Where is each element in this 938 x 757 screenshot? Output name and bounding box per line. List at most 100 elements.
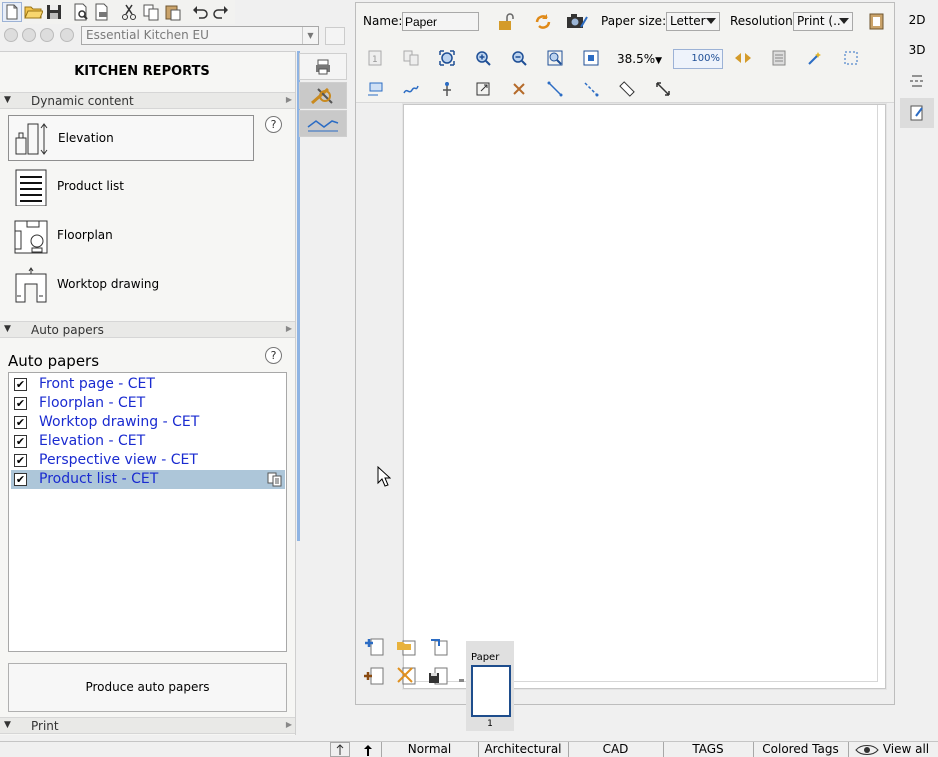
paper-canvas[interactable]: [356, 104, 894, 704]
paper-thumbnail-tab[interactable]: Paper 1: [466, 641, 514, 731]
paste-paper-icon[interactable]: [865, 10, 887, 32]
scroll-up-icon[interactable]: [330, 742, 350, 757]
chevron-down-icon[interactable]: ▼: [655, 56, 662, 66]
paste-icon[interactable]: [163, 2, 183, 22]
checkbox[interactable]: ✔: [14, 416, 27, 429]
expand-arrow-icon[interactable]: ▶: [286, 324, 292, 333]
freehand-icon[interactable]: [400, 78, 422, 100]
zoom-selection-icon[interactable]: [580, 47, 602, 69]
dashed-line-tool-icon[interactable]: [580, 78, 602, 100]
back-nav-icon[interactable]: [4, 28, 18, 42]
mode-colored-tags[interactable]: Colored Tags: [753, 742, 847, 757]
duplicate-icon[interactable]: [267, 472, 283, 487]
list-item[interactable]: ✔ Floorplan - CET: [11, 394, 285, 413]
home-nav-icon[interactable]: [60, 28, 74, 42]
chevron-down-icon[interactable]: [706, 18, 716, 24]
text-box-icon[interactable]: [364, 78, 386, 100]
paper-size-select[interactable]: Letter: [666, 12, 720, 31]
up-nav-icon[interactable]: [40, 28, 54, 42]
import-paper-icon[interactable]: [426, 635, 452, 659]
mode-tags[interactable]: TAGS: [663, 742, 752, 757]
section-auto-papers[interactable]: ▼ Auto papers ▶: [0, 321, 295, 338]
resolution-select[interactable]: Print (..: [793, 12, 853, 31]
unlock-icon[interactable]: [495, 11, 517, 33]
open-folder-icon[interactable]: [23, 2, 43, 22]
tab-lines[interactable]: [299, 110, 347, 137]
checkbox[interactable]: ✔: [14, 435, 27, 448]
fit-page-icon[interactable]: 1: [364, 47, 386, 69]
auto-papers-list[interactable]: ✔ Front page - CET ✔ Floorplan - CET ✔ W…: [8, 372, 287, 652]
zoom-window-icon[interactable]: [544, 47, 566, 69]
paper-name-input[interactable]: [402, 12, 479, 31]
dynamic-item-product-list[interactable]: Product list: [8, 164, 254, 210]
fit-width-icon[interactable]: [732, 47, 754, 69]
list-item[interactable]: ✔ Perspective view - CET: [11, 451, 285, 470]
zoom-out-icon[interactable]: [508, 47, 530, 69]
copy-icon[interactable]: [141, 2, 161, 22]
anchor-tool-icon[interactable]: [436, 78, 458, 100]
select-area-icon[interactable]: [840, 47, 862, 69]
print-preview-icon[interactable]: [71, 2, 91, 22]
open-paper-icon[interactable]: [394, 635, 420, 659]
chevron-down-icon[interactable]: ▼: [302, 27, 318, 44]
forward-nav-icon[interactable]: [22, 28, 36, 42]
checkbox[interactable]: ✔: [14, 397, 27, 410]
mode-architectural[interactable]: Architectural: [478, 742, 567, 757]
refresh-icon[interactable]: [532, 11, 554, 33]
zoom-extents-icon[interactable]: [436, 47, 458, 69]
zoom-level-select[interactable]: 38.5%▼: [617, 52, 662, 66]
view-2d-button[interactable]: 2D: [900, 5, 934, 35]
checkbox[interactable]: ✔: [14, 378, 27, 391]
expand-arrow-icon[interactable]: ▶: [286, 95, 292, 104]
dimension-icon[interactable]: [652, 78, 674, 100]
collapse-triangle-icon[interactable]: ▼: [4, 720, 11, 730]
catalog-browser-icon[interactable]: [325, 27, 345, 45]
redo-icon[interactable]: [211, 2, 231, 22]
catalog-select[interactable]: Essential Kitchen EU ▼: [81, 26, 319, 45]
insert-paper-icon[interactable]: [362, 664, 388, 688]
paper-view-icon[interactable]: [900, 98, 934, 128]
ruler-icon[interactable]: [616, 78, 638, 100]
produce-auto-papers-button[interactable]: Produce auto papers: [8, 663, 287, 712]
expand-arrow-icon[interactable]: ▶: [286, 720, 292, 729]
new-file-icon[interactable]: [2, 2, 22, 22]
list-item[interactable]: ✔ Worktop drawing - CET: [11, 413, 285, 432]
elevation-view-icon[interactable]: [900, 66, 934, 96]
collapse-triangle-icon[interactable]: ▼: [4, 324, 11, 334]
tab-measure[interactable]: [299, 82, 347, 109]
view-3d-button[interactable]: 3D: [900, 35, 934, 65]
view-all-button[interactable]: View all: [848, 742, 938, 757]
dynamic-item-floorplan[interactable]: Floorplan: [8, 213, 254, 259]
zoom-100-button[interactable]: 100%: [673, 49, 723, 69]
resize-tool-icon[interactable]: [472, 78, 494, 100]
list-item[interactable]: ✔ Front page - CET: [11, 375, 285, 394]
cut-icon[interactable]: [119, 2, 139, 22]
paper-sheet[interactable]: [403, 104, 886, 689]
highlight-icon[interactable]: [804, 47, 826, 69]
dynamic-item-worktop-drawing[interactable]: Worktop drawing: [8, 262, 254, 308]
align-icon[interactable]: [768, 47, 790, 69]
section-print[interactable]: ▼ Print ▶: [0, 717, 295, 734]
paper-thumbnail[interactable]: [471, 665, 511, 717]
mode-normal[interactable]: Normal: [381, 742, 477, 757]
help-icon[interactable]: ?: [265, 116, 282, 133]
delete-paper-icon[interactable]: [394, 664, 420, 688]
section-dynamic-content[interactable]: ▼ Dynamic content ▶: [0, 92, 295, 109]
undo-icon[interactable]: [190, 2, 210, 22]
checkbox[interactable]: ✔: [14, 473, 27, 486]
collapse-triangle-icon[interactable]: ▼: [4, 95, 11, 105]
list-item-selected[interactable]: ✔ Product list - CET: [11, 470, 285, 489]
help-icon[interactable]: ?: [265, 347, 282, 364]
chevron-down-icon[interactable]: [839, 18, 849, 24]
fit-all-pages-icon[interactable]: [400, 47, 422, 69]
checkbox[interactable]: ✔: [14, 454, 27, 467]
save-icon[interactable]: [44, 2, 64, 22]
list-item[interactable]: ✔ Elevation - CET: [11, 432, 285, 451]
page-setup-icon[interactable]: [92, 2, 112, 22]
mode-cad[interactable]: CAD: [568, 742, 662, 757]
line-tool-icon[interactable]: [544, 78, 566, 100]
arrow-up-icon[interactable]: [356, 742, 380, 757]
dynamic-item-elevation[interactable]: Elevation: [8, 115, 254, 161]
camera-icon[interactable]: [564, 10, 590, 32]
save-paper-icon[interactable]: [426, 664, 452, 688]
